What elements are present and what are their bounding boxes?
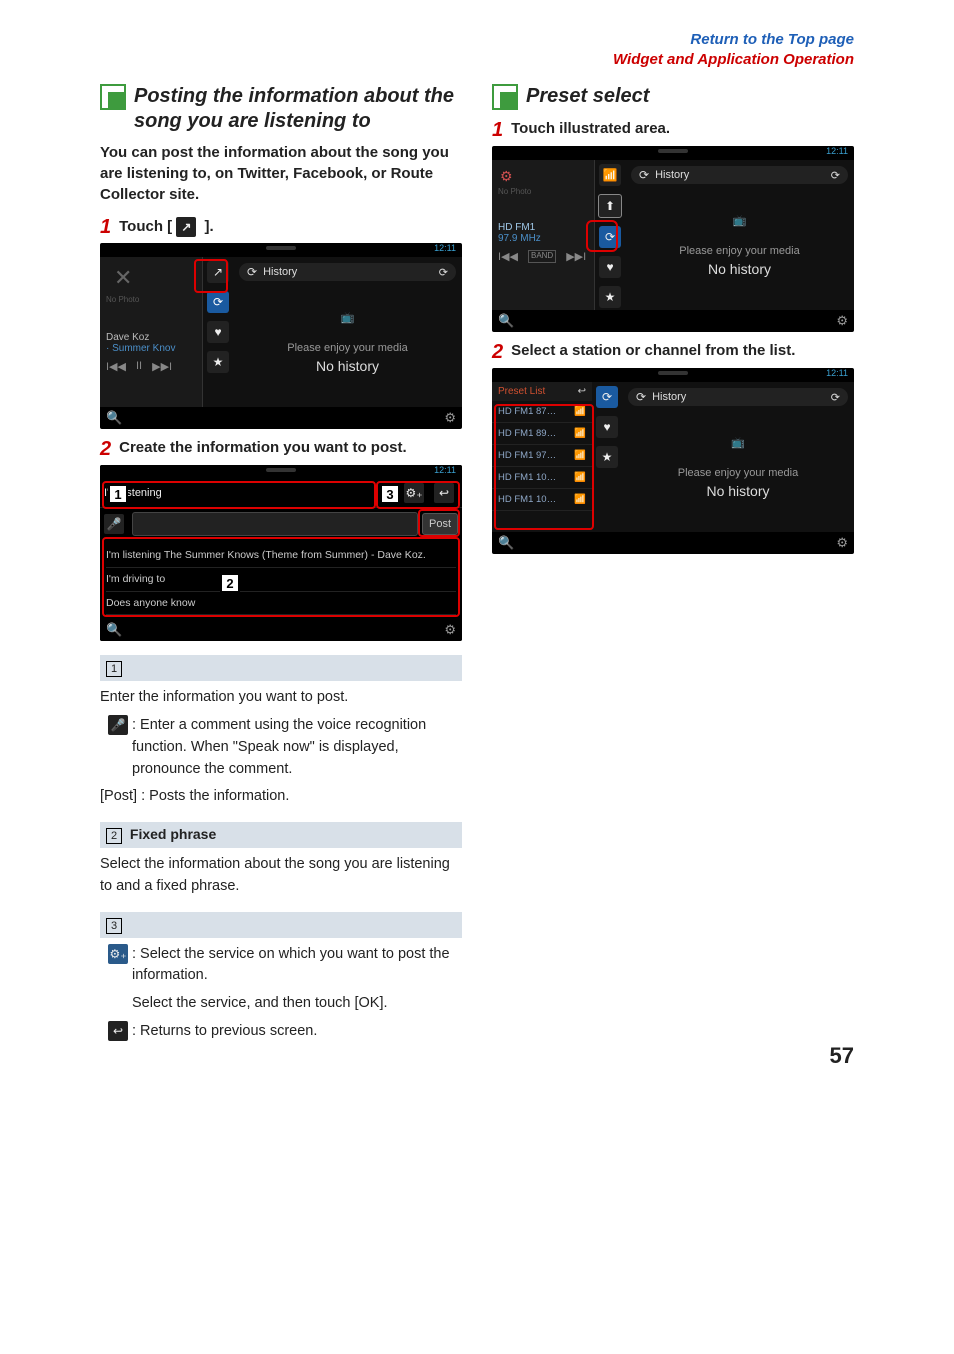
ref-1-post: [Post] : Posts the information.: [100, 786, 462, 808]
header-links: Return to the Top page Widget and Applic…: [100, 30, 854, 69]
preset-item[interactable]: HD FM1 97…📶: [492, 445, 592, 467]
ref-3-back: ↩: Returns to previous screen.: [100, 1021, 462, 1043]
return-icon: ↩: [108, 1021, 128, 1041]
ref-3-service2: Select the service, and then touch [OK].: [100, 993, 462, 1015]
post-button[interactable]: Post: [422, 513, 458, 535]
service-select-icon[interactable]: ⚙₊: [404, 483, 424, 503]
section-icon: [100, 84, 126, 110]
ref-1-desc: Enter the information you want to post.: [100, 687, 462, 709]
screenshot-post: 12:11 I'm listening ⚙₊ ↩ 🎤 Post I'm list…: [100, 465, 462, 641]
section-icon: [492, 84, 518, 110]
preset-item[interactable]: HD FM1 10…📶: [492, 489, 592, 511]
preset-item[interactable]: HD FM1 89…📶: [492, 423, 592, 445]
screenshot-share: 12:11 ✕ No Photo Dave Koz · Summer Knov …: [100, 243, 462, 429]
return-top-link[interactable]: Return to the Top page: [690, 31, 854, 48]
ref-3-service: ⚙₊: Select the service on which you want…: [100, 944, 462, 988]
step-r2: 2 Select a station or channel from the l…: [492, 342, 854, 362]
wifi-icon[interactable]: 📶: [599, 164, 621, 186]
callout-3: 3: [380, 484, 400, 504]
ref-3-heading: 3: [100, 912, 462, 938]
up-arrow-icon[interactable]: ⬆: [598, 194, 622, 218]
back-icon[interactable]: ↩: [434, 483, 454, 503]
service-icon: ⚙₊: [108, 944, 128, 964]
section-title-preset: Preset select: [526, 84, 649, 109]
step-1: 1 Touch [ ↗ ].: [100, 217, 462, 237]
ref-2-heading: 2 Fixed phrase: [100, 822, 462, 848]
screenshot-preset-touch: 12:11 ⚙ No Photo HD FM1 97.9 MHz I◀◀BAND…: [492, 146, 854, 332]
section-intro: You can post the information about the s…: [100, 142, 462, 205]
share-button[interactable]: ↗: [207, 261, 229, 283]
ref-2-desc: Select the information about the song yo…: [100, 854, 462, 898]
ref-1-heading: 1: [100, 655, 462, 681]
post-input[interactable]: [132, 512, 418, 536]
right-column: Preset select 1 Touch illustrated area. …: [492, 84, 854, 1049]
voice-input-icon[interactable]: 🎤: [104, 514, 124, 534]
section-title: Posting the information about the song y…: [134, 84, 462, 134]
page-number: 57: [830, 1043, 854, 1069]
voice-icon: 🎤: [108, 715, 128, 735]
screenshot-preset-list: 12:11 Preset List ↩ HD FM1 87…📶 HD FM1 8…: [492, 368, 854, 554]
share-icon: ↗: [176, 217, 196, 237]
step-r1: 1 Touch illustrated area.: [492, 120, 854, 140]
step-num-2: 2: [100, 439, 111, 459]
step-2: 2 Create the information you want to pos…: [100, 439, 462, 459]
step-num-1: 1: [100, 217, 111, 237]
ref-1-voice: 🎤: Enter a comment using the voice recog…: [100, 715, 462, 780]
callout-2: 2: [220, 573, 240, 593]
left-column: Posting the information about the song y…: [100, 84, 462, 1049]
section-link[interactable]: Widget and Application Operation: [613, 51, 854, 68]
preset-item[interactable]: HD FM1 87…📶: [492, 401, 592, 423]
preset-item[interactable]: HD FM1 10…📶: [492, 467, 592, 489]
callout-1: 1: [108, 484, 128, 504]
